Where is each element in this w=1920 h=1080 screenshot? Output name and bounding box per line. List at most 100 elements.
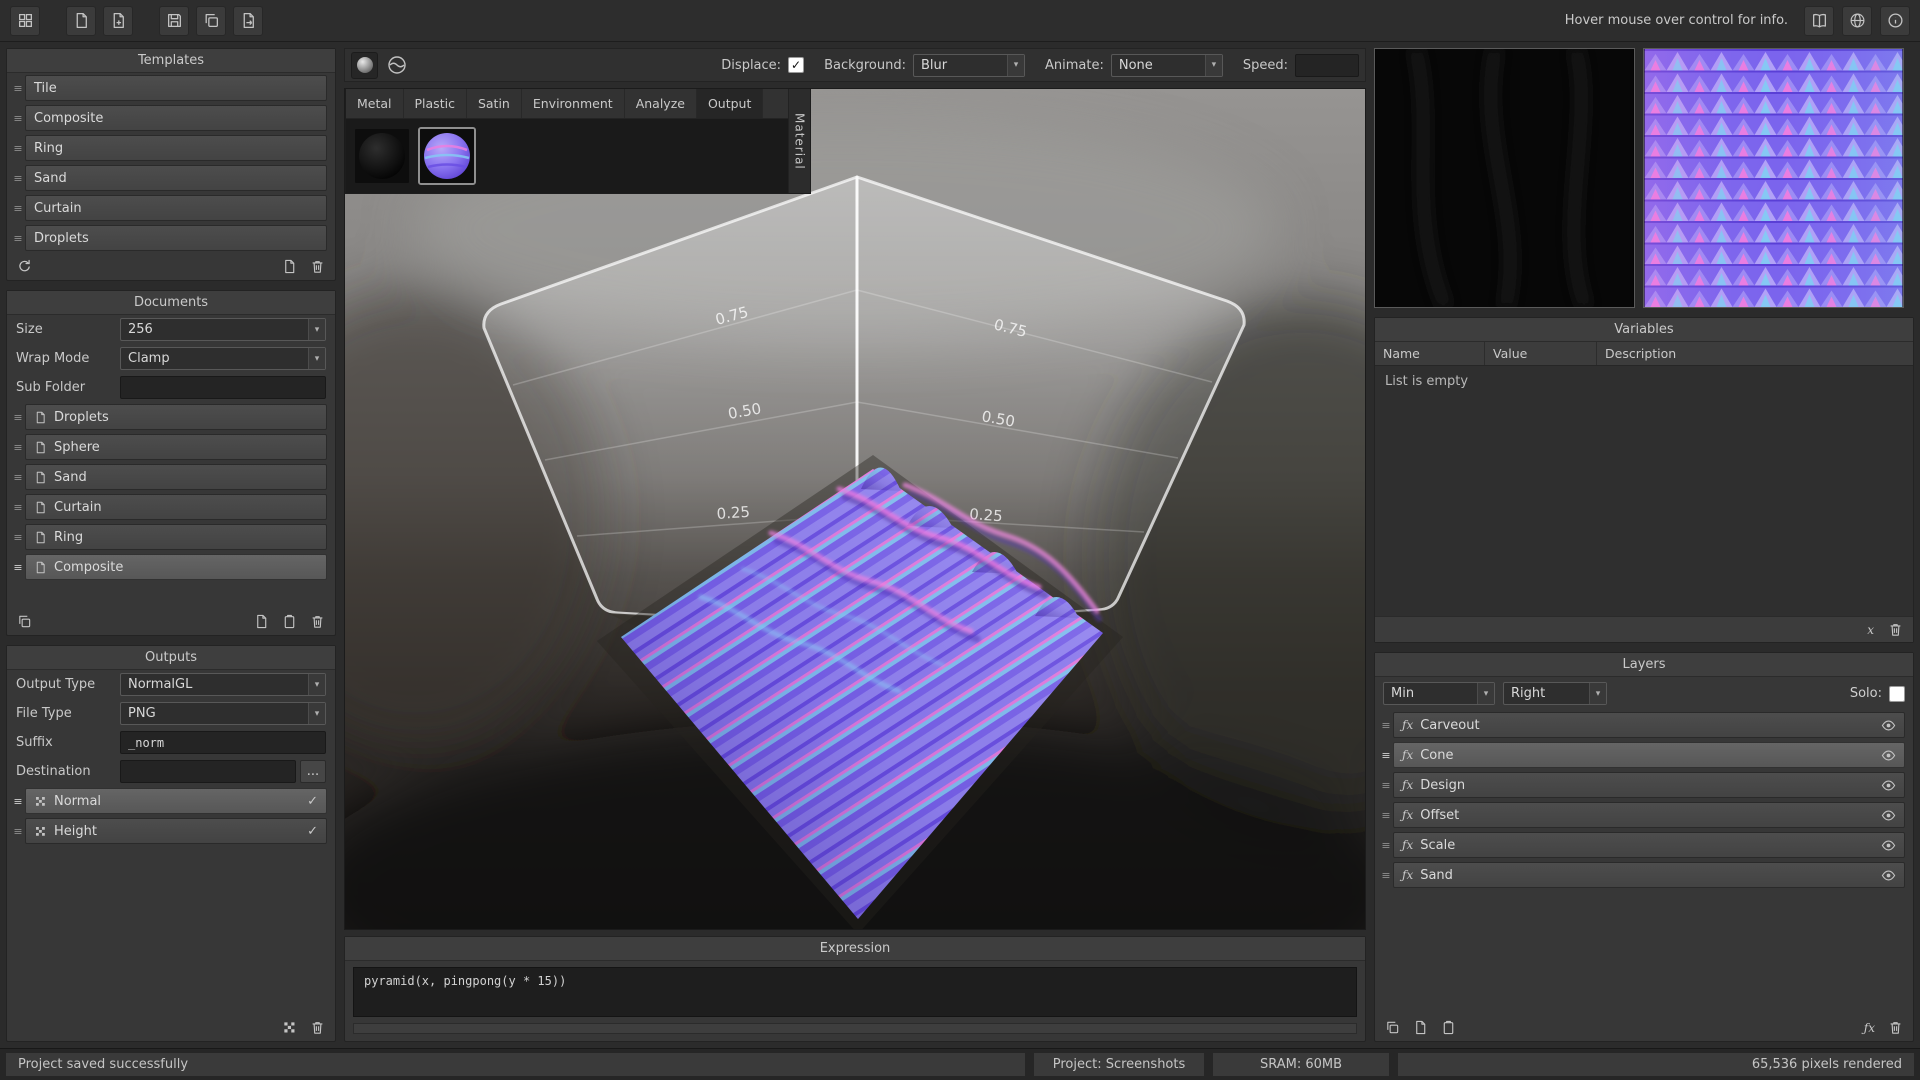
template-item[interactable]: ≡ Tile (11, 75, 327, 101)
eye-icon[interactable] (1881, 808, 1896, 823)
drag-handle-icon[interactable]: ≡ (11, 142, 25, 155)
output-channel-row[interactable]: ≡ Normal ✓ (11, 788, 327, 814)
material-thumb-dark-sphere[interactable] (353, 127, 411, 185)
material-tab[interactable]: Satin (467, 89, 522, 118)
copy-layer-icon[interactable] (1413, 1020, 1428, 1035)
delete-output-icon[interactable] (310, 1020, 325, 1035)
new-output-icon[interactable] (282, 1020, 297, 1035)
material-tab[interactable]: Output (697, 89, 763, 118)
website-button[interactable] (1842, 6, 1872, 36)
browse-button[interactable]: ... (300, 760, 326, 783)
paste-document-icon[interactable] (282, 614, 297, 629)
expression-input[interactable]: pyramid(x, pingpong(y * 15)) (353, 967, 1357, 1017)
duplicate-layer-icon[interactable] (1385, 1020, 1400, 1035)
app-menu-button[interactable] (10, 6, 40, 36)
sphere-preview-button[interactable] (351, 52, 378, 79)
material-tab[interactable]: Analyze (625, 89, 697, 118)
drag-handle-icon[interactable]: ≡ (1379, 779, 1393, 792)
export-button[interactable] (233, 6, 263, 36)
layer-row[interactable]: ≡ ƒx Sand (1379, 862, 1905, 888)
drag-handle-icon[interactable]: ≡ (11, 202, 25, 215)
drag-handle-icon[interactable]: ≡ (1379, 749, 1393, 762)
output-type-dropdown[interactable]: NormalGL ▾ (120, 673, 326, 696)
normal-map-preview[interactable] (1643, 48, 1904, 308)
output-channel-row[interactable]: ≡ Height ✓ (11, 818, 327, 844)
drag-handle-icon[interactable]: ≡ (11, 471, 25, 484)
eye-icon[interactable] (1881, 778, 1896, 793)
delete-layer-icon[interactable] (1888, 1020, 1903, 1035)
document-item[interactable]: ≡ Ring (11, 524, 327, 550)
drag-handle-icon[interactable]: ≡ (11, 172, 25, 185)
drag-handle-icon[interactable]: ≡ (11, 531, 25, 544)
drag-handle-icon[interactable]: ≡ (1379, 839, 1393, 852)
template-item[interactable]: ≡ Droplets (11, 225, 327, 251)
layer-row[interactable]: ≡ ƒx Offset (1379, 802, 1905, 828)
background-dropdown[interactable]: Blur ▾ (913, 54, 1025, 77)
height-map-preview[interactable] (1374, 48, 1635, 308)
material-tab[interactable]: Environment (522, 89, 625, 118)
open-document-button[interactable] (103, 6, 133, 36)
delete-variable-icon[interactable] (1888, 622, 1903, 637)
eye-icon[interactable] (1881, 718, 1896, 733)
variables-column-header[interactable]: Name (1375, 342, 1485, 365)
save-button[interactable] (159, 6, 189, 36)
drag-handle-icon[interactable]: ≡ (11, 441, 25, 454)
layer-row[interactable]: ≡ ƒx Design (1379, 772, 1905, 798)
direction-dropdown[interactable]: Right ▾ (1503, 682, 1607, 705)
variables-column-header[interactable]: Value (1485, 342, 1597, 365)
document-item[interactable]: ≡ Curtain (11, 494, 327, 520)
enabled-check-icon[interactable]: ✓ (307, 794, 318, 809)
drag-handle-icon[interactable]: ≡ (11, 825, 25, 838)
blend-mode-dropdown[interactable]: Min ▾ (1383, 682, 1495, 705)
displaced-sphere-preview-button[interactable] (383, 52, 410, 79)
drag-handle-icon[interactable]: ≡ (1379, 719, 1393, 732)
drag-handle-icon[interactable]: ≡ (11, 561, 25, 574)
subfolder-input[interactable] (120, 376, 326, 399)
expression-scrollbar[interactable] (353, 1023, 1357, 1034)
template-item[interactable]: ≡ Curtain (11, 195, 327, 221)
eye-icon[interactable] (1881, 838, 1896, 853)
delete-template-icon[interactable] (310, 259, 325, 274)
drag-handle-icon[interactable]: ≡ (11, 411, 25, 424)
fx-icon[interactable]: ƒx (1864, 1021, 1875, 1035)
drag-handle-icon[interactable]: ≡ (11, 795, 25, 808)
paste-layer-icon[interactable] (1441, 1020, 1456, 1035)
viewport-3d-render[interactable]: 0.75 0.50 0.25 0.75 0.50 0.25 (345, 89, 1365, 929)
new-document-icon[interactable] (254, 614, 269, 629)
about-button[interactable] (1880, 6, 1910, 36)
material-tab[interactable]: Plastic (404, 89, 467, 118)
document-item[interactable]: ≡ Sand (11, 464, 327, 490)
material-tab[interactable]: Metal (346, 89, 404, 118)
document-item[interactable]: ≡ Droplets (11, 404, 327, 430)
variable-x-icon[interactable]: x (1867, 623, 1874, 637)
variables-column-header[interactable]: Description (1597, 342, 1913, 365)
delete-document-icon[interactable] (310, 614, 325, 629)
material-thumb-normal-sphere[interactable] (418, 127, 476, 185)
speed-input[interactable] (1295, 54, 1359, 77)
destination-input[interactable] (120, 760, 296, 783)
size-dropdown[interactable]: 256 ▾ (120, 318, 326, 341)
document-item[interactable]: ≡ Composite (11, 554, 327, 580)
drag-handle-icon[interactable]: ≡ (1379, 869, 1393, 882)
drag-handle-icon[interactable]: ≡ (11, 232, 25, 245)
refresh-templates-icon[interactable] (17, 259, 32, 274)
solo-checkbox[interactable] (1889, 686, 1905, 702)
material-side-tab[interactable]: Material (788, 89, 810, 193)
enabled-check-icon[interactable]: ✓ (307, 824, 318, 839)
document-item[interactable]: ≡ Sphere (11, 434, 327, 460)
animate-dropdown[interactable]: None ▾ (1111, 54, 1223, 77)
eye-icon[interactable] (1881, 868, 1896, 883)
save-copy-button[interactable] (196, 6, 226, 36)
displace-checkbox[interactable]: ✓ (788, 57, 804, 73)
eye-icon[interactable] (1881, 748, 1896, 763)
layer-row[interactable]: ≡ ƒx Carveout (1379, 712, 1905, 738)
new-document-button[interactable] (66, 6, 96, 36)
drag-handle-icon[interactable]: ≡ (11, 112, 25, 125)
file-type-dropdown[interactable]: PNG ▾ (120, 702, 326, 725)
template-item[interactable]: ≡ Composite (11, 105, 327, 131)
wrap-mode-dropdown[interactable]: Clamp ▾ (120, 347, 326, 370)
template-item[interactable]: ≡ Ring (11, 135, 327, 161)
drag-handle-icon[interactable]: ≡ (11, 82, 25, 95)
suffix-input[interactable]: _norm (120, 731, 326, 754)
docs-button[interactable] (1804, 6, 1834, 36)
